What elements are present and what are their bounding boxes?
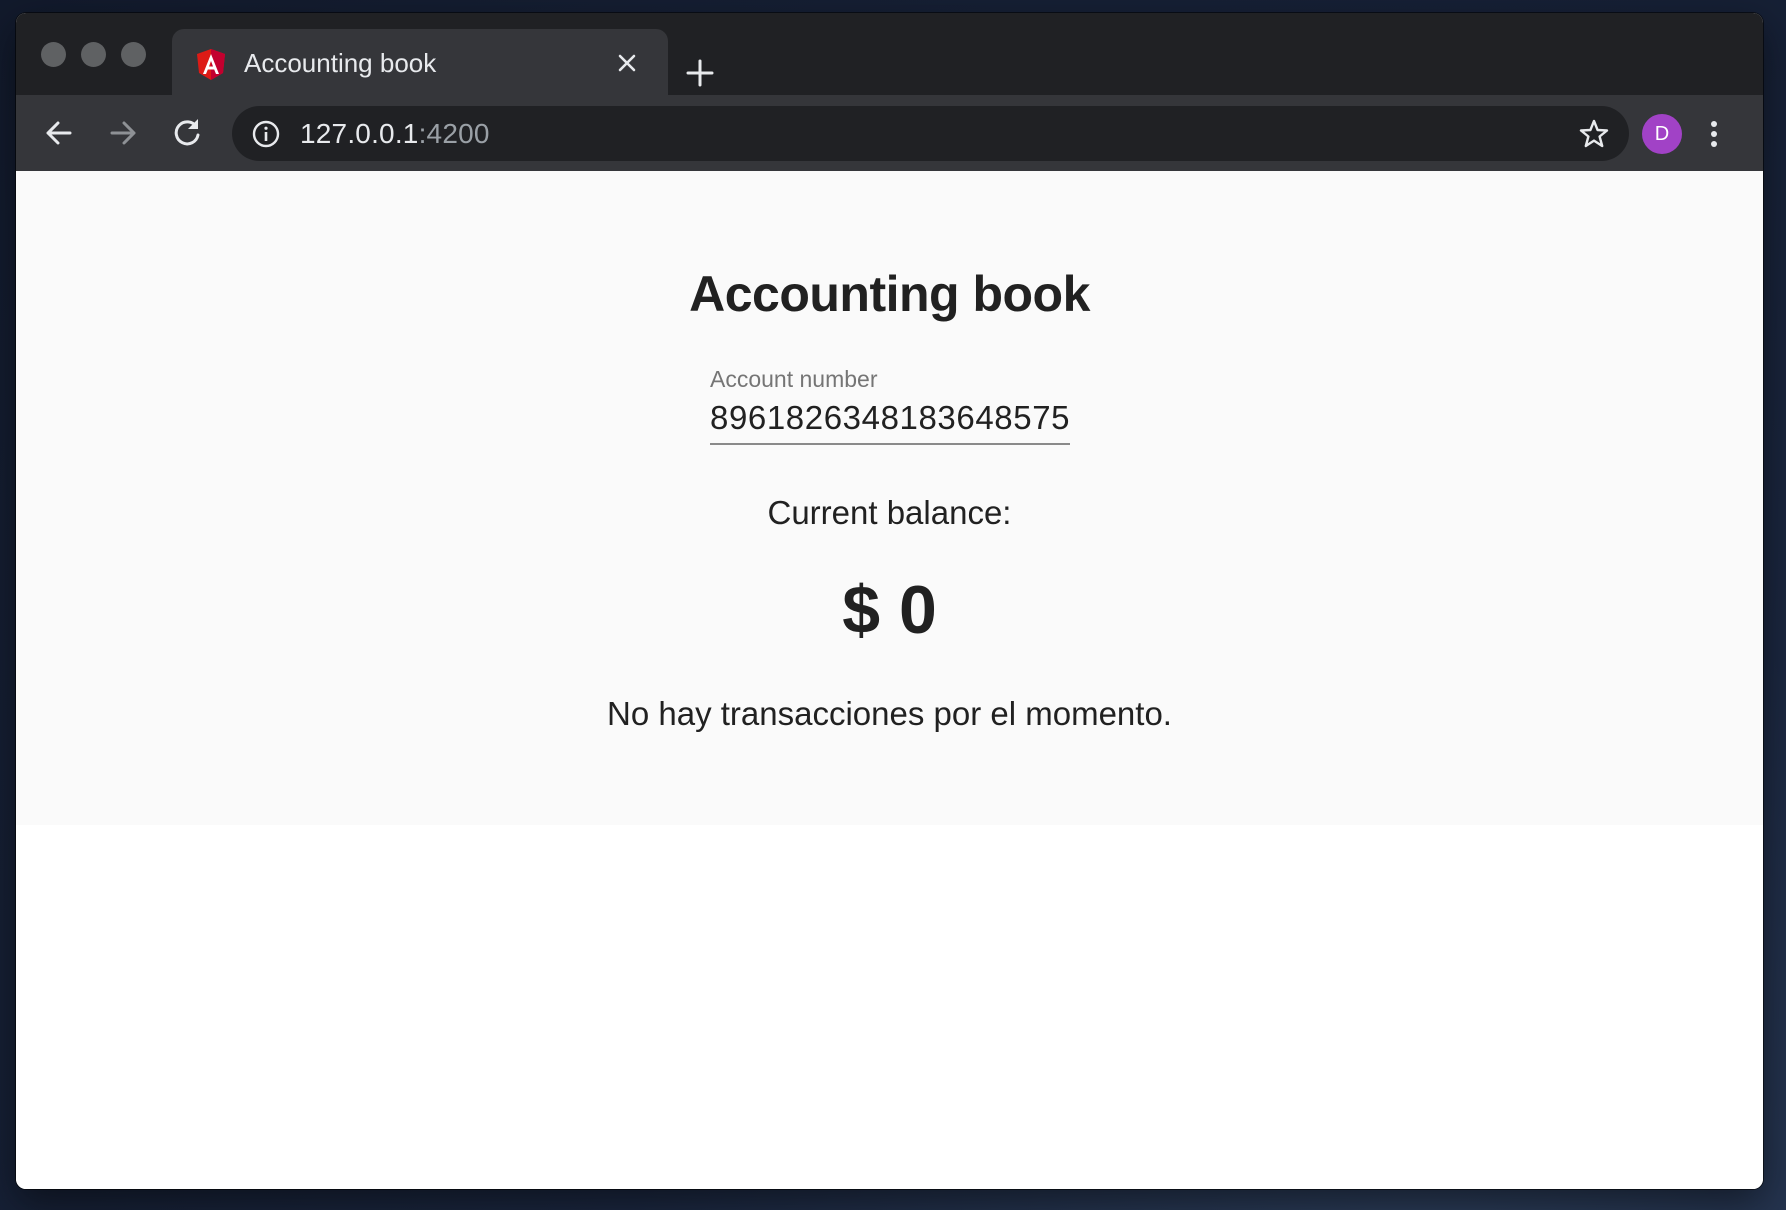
window-maximize-button[interactable] bbox=[121, 42, 146, 67]
browser-toolbar: 127.0.0.1:4200 D bbox=[16, 95, 1763, 171]
angular-icon bbox=[197, 49, 225, 80]
app-container: Accounting book Account number Current b… bbox=[16, 171, 1763, 825]
back-arrow-icon[interactable] bbox=[39, 113, 79, 153]
page-title: Accounting book bbox=[689, 266, 1090, 322]
info-icon[interactable] bbox=[251, 119, 281, 149]
bookmark-star-icon[interactable] bbox=[1577, 117, 1611, 151]
page-viewport: Accounting book Account number Current b… bbox=[16, 171, 1763, 1189]
balance-label: Current balance: bbox=[767, 494, 1012, 531]
browser-window: Accounting book 127.0.0.1:4200 D Account… bbox=[16, 13, 1763, 1189]
new-tab-plus-icon[interactable] bbox=[683, 56, 717, 90]
tab-title: Accounting book bbox=[244, 48, 437, 78]
url-port: :4200 bbox=[418, 118, 490, 149]
forward-arrow-icon[interactable] bbox=[103, 113, 143, 153]
reload-icon[interactable] bbox=[167, 113, 207, 153]
account-number-field[interactable]: Account number bbox=[710, 366, 1070, 445]
close-icon[interactable] bbox=[613, 49, 641, 77]
url-host: 127.0.0.1 bbox=[300, 118, 419, 149]
window-close-button[interactable] bbox=[41, 42, 66, 67]
balance-amount: $ 0 bbox=[842, 572, 937, 648]
more-vert-icon[interactable] bbox=[1702, 114, 1726, 154]
tab-accounting-book[interactable]: Accounting book bbox=[172, 29, 668, 95]
url-text[interactable]: 127.0.0.1:4200 bbox=[300, 117, 490, 151]
address-bar[interactable]: 127.0.0.1:4200 bbox=[232, 106, 1629, 161]
window-minimize-button[interactable] bbox=[81, 42, 106, 67]
tab-strip: Accounting book bbox=[16, 13, 1763, 95]
account-number-input[interactable] bbox=[710, 399, 1070, 437]
empty-transactions-message: No hay transacciones por el momento. bbox=[607, 695, 1172, 732]
account-number-label: Account number bbox=[710, 366, 878, 392]
profile-avatar[interactable]: D bbox=[1642, 114, 1682, 154]
field-underline bbox=[710, 443, 1070, 445]
